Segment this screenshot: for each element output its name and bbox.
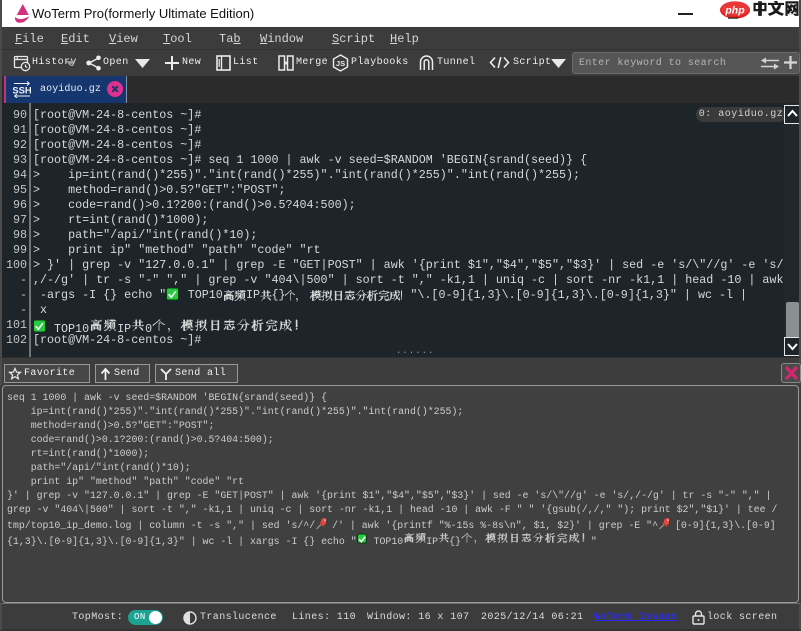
svg-text:JS: JS bbox=[336, 59, 345, 68]
svg-text:php: php bbox=[724, 5, 745, 17]
